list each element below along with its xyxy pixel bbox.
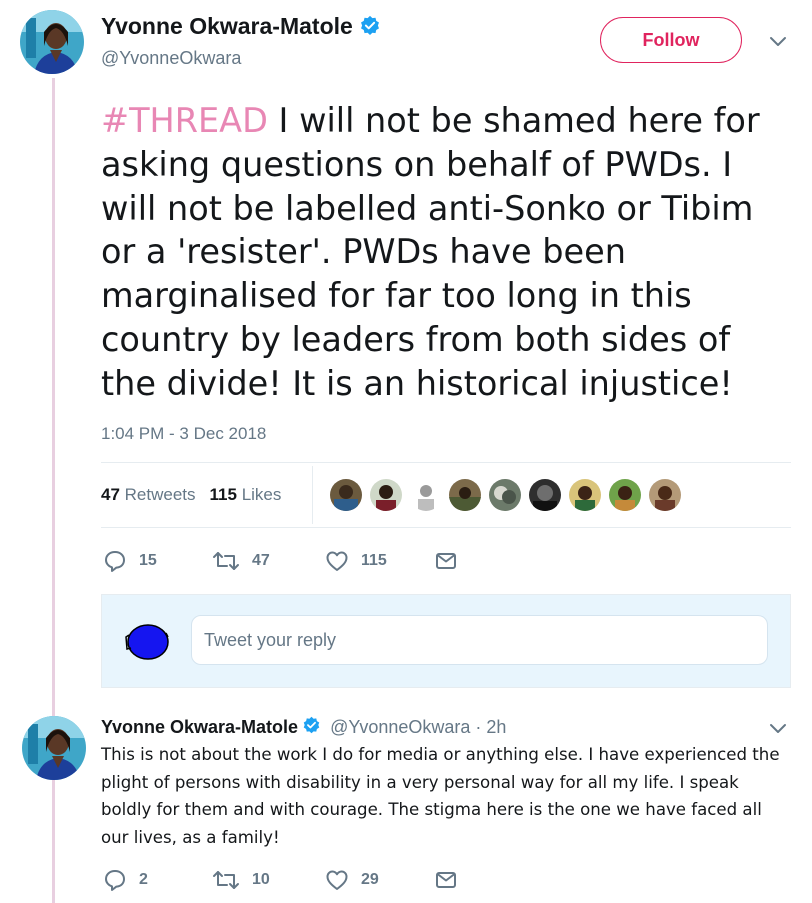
liker-avatar[interactable]: [330, 479, 362, 511]
reply-author-name[interactable]: Yvonne Okwara-Matole: [101, 717, 298, 737]
message-icon: [436, 872, 456, 888]
author-name[interactable]: Yvonne Okwara-Matole: [101, 13, 381, 43]
stats-separator: [312, 466, 313, 524]
reply-icon: [105, 551, 125, 572]
liker-avatar[interactable]: [529, 479, 561, 511]
like-action[interactable]: 29: [325, 868, 379, 892]
liker-avatar[interactable]: [649, 479, 681, 511]
reply-icon: [105, 870, 125, 891]
divider: [101, 527, 791, 528]
like-icon: [326, 870, 348, 890]
divider: [101, 462, 791, 463]
user-avatar: [124, 621, 170, 665]
verified-badge-icon: [359, 15, 381, 43]
chevron-down-icon[interactable]: [768, 34, 788, 53]
author-avatar[interactable]: [20, 10, 84, 74]
retweets-count: 47: [101, 485, 120, 504]
message-action[interactable]: [434, 549, 470, 573]
like-count: 29: [361, 871, 379, 888]
retweet-count: 10: [252, 871, 270, 888]
retweets-stat[interactable]: 47 Retweets: [101, 485, 196, 504]
reply-composer: Tweet your reply: [101, 594, 791, 688]
likes-label: Likes: [241, 485, 282, 504]
reply-count: 15: [139, 552, 157, 569]
like-icon: [326, 551, 348, 571]
tweet-text: #THREAD I will not be shamed here for as…: [101, 99, 791, 406]
retweet-icon: [213, 552, 239, 570]
reply-author-avatar[interactable]: [22, 716, 86, 780]
reply-action[interactable]: 2: [103, 868, 148, 892]
liker-avatar[interactable]: [449, 479, 481, 511]
reply-author-header[interactable]: Yvonne Okwara-Matole @YvonneOkwara · 2h: [101, 716, 506, 740]
retweets-label: Retweets: [124, 485, 196, 504]
retweet-count: 47: [252, 552, 270, 569]
liker-avatar[interactable]: [569, 479, 601, 511]
liker-avatar[interactable]: [370, 479, 402, 511]
reply-action[interactable]: 15: [103, 549, 157, 573]
tweet-body: I will not be shamed here for asking que…: [101, 101, 760, 403]
retweet-action[interactable]: 47: [212, 549, 270, 573]
liker-avatar[interactable]: [410, 479, 442, 511]
author-name-text[interactable]: Yvonne Okwara-Matole: [101, 13, 353, 39]
reply-tweet-text: This is not about the work I do for medi…: [101, 745, 780, 847]
like-count: 115: [361, 552, 387, 569]
tweet-stats: 47 Retweets 115 Likes: [101, 485, 281, 505]
follow-button[interactable]: Follow: [600, 17, 742, 63]
tweet-timestamp[interactable]: 1:04 PM - 3 Dec 2018: [101, 424, 266, 444]
hashtag-link[interactable]: #THREAD: [101, 101, 268, 140]
chevron-down-icon[interactable]: [768, 721, 788, 740]
author-handle[interactable]: @YvonneOkwara: [101, 48, 241, 69]
liker-avatar[interactable]: [609, 479, 641, 511]
reply-input[interactable]: Tweet your reply: [191, 615, 768, 665]
liker-avatar[interactable]: [489, 479, 521, 511]
retweet-action[interactable]: 10: [212, 868, 270, 892]
likes-count: 115: [209, 485, 237, 504]
verified-badge-icon: [302, 716, 321, 740]
likes-stat[interactable]: 115 Likes: [210, 485, 282, 504]
like-action[interactable]: 115: [325, 549, 387, 573]
reply-count: 2: [139, 871, 148, 888]
reply-author-meta[interactable]: @YvonneOkwara · 2h: [330, 717, 506, 737]
message-icon: [436, 553, 456, 569]
retweet-icon: [213, 871, 239, 889]
message-action[interactable]: [434, 868, 470, 892]
